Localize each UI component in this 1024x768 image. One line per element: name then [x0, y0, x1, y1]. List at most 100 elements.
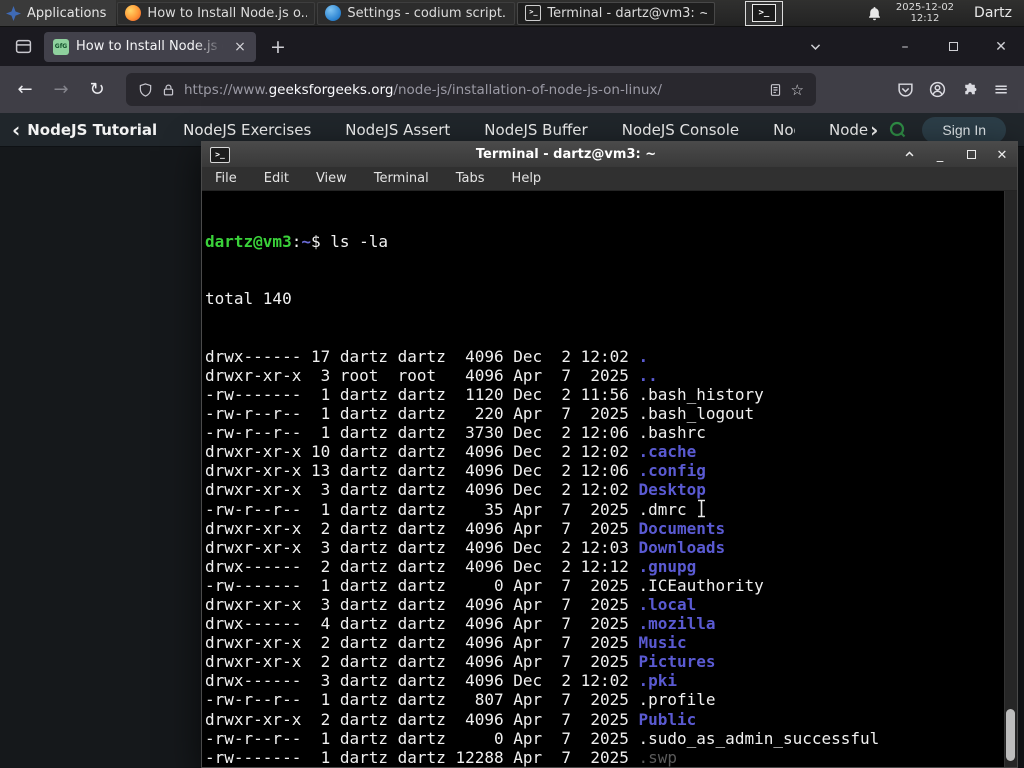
menu-edit[interactable]: Edit [264, 171, 289, 186]
terminal-total-line: total 140 [205, 289, 292, 309]
terminal-maximize-button[interactable] [964, 148, 978, 162]
tab-active[interactable]: GfG How to Install Node.js on × [44, 31, 256, 62]
new-tab-button[interactable]: + [264, 33, 292, 61]
forward-button[interactable]: → [44, 74, 78, 106]
url-bar[interactable]: https://www.geeksforgeeks.org/node-js/in… [126, 73, 816, 106]
terminal-line: -rw------- 1 dartz dartz 0 Apr 7 2025 .I… [205, 575, 764, 595]
clock-time: 12:12 [910, 13, 940, 24]
file-name: .bash_logout [638, 404, 755, 424]
taskbar: How to Install Node.js o... Settings - co… [116, 0, 716, 26]
site-nav-link[interactable]: NodeJS Buffer [484, 121, 587, 139]
menu-file[interactable]: File [215, 171, 237, 186]
applications-menu[interactable]: Applications [0, 0, 117, 26]
terminal-scrollbar[interactable] [1004, 191, 1017, 767]
terminal-line: -rw------- 1 dartz dartz 1120 Dec 2 11:5… [205, 384, 764, 404]
terminal-launcher[interactable]: >_ [744, 0, 783, 26]
taskbar-button[interactable]: Settings - codium script... [317, 1, 516, 25]
file-name: .pki [638, 671, 678, 691]
codium-icon [325, 5, 342, 21]
terminal-line: -rw-r--r-- 1 dartz dartz 35 Apr 7 2025 .… [205, 499, 687, 519]
reader-mode-icon[interactable] [769, 83, 782, 97]
terminal-line: drwxr-xr-x 2 dartz dartz 4096 Apr 7 2025… [205, 633, 687, 653]
extensions-puzzle-icon[interactable] [954, 75, 984, 105]
terminal-line: -rw-r--r-- 1 dartz dartz 3730 Dec 2 12:0… [205, 423, 706, 443]
reload-button[interactable]: ↻ [80, 74, 114, 106]
window-maximize-button[interactable] [942, 36, 964, 58]
taskbar-button[interactable]: >_ Terminal - dartz@vm3: ~ [517, 1, 716, 25]
terminal-line: drwx------ 2 dartz dartz 4096 Dec 2 12:1… [205, 556, 697, 576]
taskbar-button[interactable]: How to Install Node.js o... [117, 1, 316, 25]
terminal-line: drwxr-xr-x 13 dartz dartz 4096 Dec 2 12:… [205, 461, 706, 481]
terminal-line: drwxr-xr-x 2 dartz dartz 4096 Apr 7 2025… [205, 518, 726, 538]
terminal-line: drwxr-xr-x 3 dartz dartz 4096 Apr 7 2025… [205, 594, 697, 614]
terminal-prompt-line: dartz@vm3:~$ ls -la [205, 232, 389, 252]
file-name: .. [638, 365, 658, 385]
terminal-line: -rw-r--r-- 1 dartz dartz 220 Apr 7 2025 … [205, 404, 755, 424]
account-icon[interactable] [922, 75, 952, 105]
menu-help[interactable]: Help [512, 171, 542, 186]
site-nav-items: NodeJS Exercises NodeJS Assert NodeJS Buff… [183, 121, 795, 139]
terminal-output[interactable]: dartz@vm3:~$ ls -la total 140 drwx------… [202, 191, 1017, 767]
tracking-shield-icon[interactable] [138, 82, 153, 98]
terminal-window: >_ Terminal - dartz@vm3: ~ _ ✕ File Edit… [201, 141, 1018, 768]
tab-bar: GfG How to Install Node.js on × + – ✕ [0, 27, 1024, 66]
site-nav-link[interactable]: NodeJS Crypto [773, 121, 795, 139]
menu-view[interactable]: View [316, 171, 347, 186]
firefox-icon [125, 5, 142, 21]
menu-terminal[interactable]: Terminal [374, 171, 429, 186]
sign-in-button[interactable]: Sign In [922, 116, 1006, 143]
nav-tutorial-link[interactable]: NodeJS Tutorial [27, 121, 157, 139]
search-icon[interactable] [888, 120, 908, 140]
terminal-scrollbar-thumb[interactable] [1006, 709, 1015, 761]
applications-label: Applications [27, 5, 107, 21]
menu-hamburger-icon[interactable]: ≡ [986, 75, 1016, 105]
notification-bell-icon[interactable] [867, 6, 882, 21]
terminal-icon: >_ [210, 146, 230, 163]
file-name: .cache [638, 442, 697, 462]
file-name: .swp [638, 747, 678, 767]
terminal-line: drwx------ 17 dartz dartz 4096 Dec 2 12:… [205, 346, 649, 366]
file-name: .config [638, 461, 706, 481]
nav-truncated-link[interactable]: Node [829, 121, 868, 139]
site-nav-link[interactable]: NodeJS Assert [345, 121, 450, 139]
site-nav-link[interactable]: NodeJS Exercises [183, 121, 311, 139]
terminal-icon: >_ [525, 5, 542, 21]
navigation-toolbar: ← → ↻ https://www.geeksforgeeks.org/node… [0, 66, 1024, 113]
terminal-minimize-button[interactable]: _ [933, 148, 947, 163]
lock-icon[interactable] [162, 83, 175, 97]
nav-chevron-left-icon[interactable]: ‹ [12, 120, 20, 140]
terminal-line: drwxr-xr-x 2 dartz dartz 4096 Apr 7 2025… [205, 652, 716, 672]
taskbar-button-label: Terminal - dartz@vm3: ~ [547, 5, 708, 21]
clock-date: 2025-12-02 [895, 2, 955, 13]
nav-chevron-right-icon[interactable]: › [870, 118, 878, 142]
user-menu[interactable]: Dartz [968, 5, 1018, 21]
back-button[interactable]: ← [8, 74, 42, 106]
terminal-listing: drwx------ 17 dartz dartz 4096 Dec 2 12:… [205, 347, 1003, 767]
tab-close-icon[interactable]: × [230, 37, 250, 57]
taskbar-button-label: Settings - codium script... [347, 5, 508, 21]
window-close-button[interactable]: ✕ [990, 36, 1012, 58]
firefox-view-icon[interactable] [8, 34, 38, 60]
terminal-line: -rw-r--r-- 1 dartz dartz 807 Apr 7 2025 … [205, 690, 716, 710]
bookmark-star-icon[interactable]: ☆ [791, 81, 804, 99]
terminal-line: drwxr-xr-x 3 dartz dartz 4096 Dec 2 12:0… [205, 480, 706, 500]
terminal-line: -rw------- 1 dartz dartz 12288 Apr 7 202… [205, 747, 678, 767]
terminal-line: drwxr-xr-x 2 dartz dartz 4096 Apr 7 2025… [205, 709, 697, 729]
window-minimize-button[interactable]: – [894, 36, 916, 58]
terminal-title-bar[interactable]: >_ Terminal - dartz@vm3: ~ _ ✕ [202, 142, 1017, 167]
file-name: Pictures [638, 652, 716, 672]
file-name: .gnupg [638, 556, 697, 576]
file-name: .ICEauthority [638, 575, 764, 595]
terminal-close-button[interactable]: ✕ [995, 148, 1009, 163]
list-all-tabs-icon[interactable] [804, 36, 826, 58]
terminal-line: drwxr-xr-x 3 dartz dartz 4096 Dec 2 12:0… [205, 537, 726, 557]
file-name: .profile [638, 690, 716, 710]
pocket-icon[interactable] [890, 75, 920, 105]
terminal-shade-button[interactable] [902, 148, 916, 162]
file-name: .mozilla [638, 614, 716, 634]
terminal-icon: >_ [751, 4, 776, 22]
panel-clock[interactable]: 2025-12-02 12:12 [896, 2, 954, 24]
menu-tabs[interactable]: Tabs [456, 171, 485, 186]
terminal-line: drwxr-xr-x 3 root root 4096 Apr 7 2025 .… [205, 365, 658, 385]
site-nav-link[interactable]: NodeJS Console [622, 121, 739, 139]
